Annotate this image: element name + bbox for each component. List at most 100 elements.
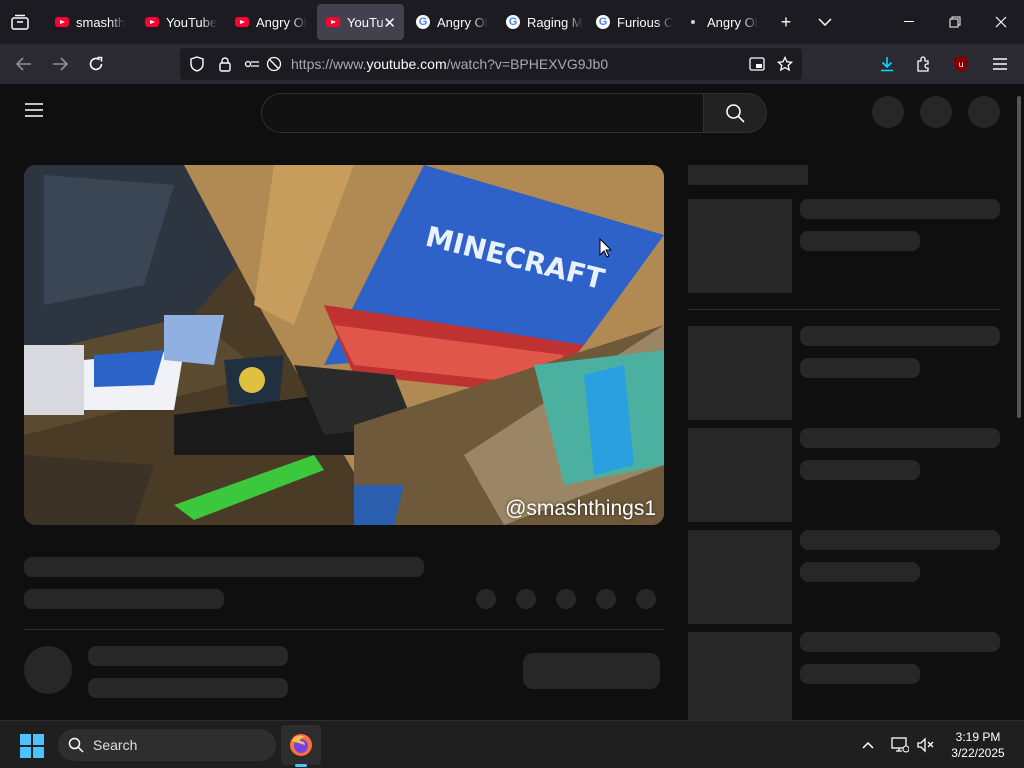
tab-manager-icon[interactable]: [8, 10, 32, 34]
action-placeholder[interactable]: [596, 589, 616, 609]
related-thumbnail-placeholder[interactable]: [688, 326, 792, 420]
youtube-favicon-icon: [145, 15, 159, 29]
action-placeholder[interactable]: [516, 589, 536, 609]
related-meta-placeholder: [800, 231, 920, 251]
tab-title: smashth: [76, 14, 126, 30]
url-text[interactable]: https://www.youtube.com/watch?v=BPHEXVG9…: [291, 56, 608, 72]
related-thumbnail-placeholder[interactable]: [688, 199, 792, 293]
search-icon: [68, 737, 84, 753]
ublock-shield-icon: u: [954, 56, 968, 72]
action-placeholder[interactable]: [636, 589, 656, 609]
taskbar-clock[interactable]: 3:19 PM 3/22/2025: [938, 729, 1018, 761]
show-hidden-icons-button[interactable]: [858, 735, 878, 755]
tab-title: Angry Ol: [437, 14, 488, 30]
meta-placeholder: [24, 589, 224, 609]
related-title-placeholder: [800, 632, 1000, 652]
menu-icon: [993, 58, 1007, 70]
tab-title: Raging M: [527, 14, 583, 30]
header-icon-placeholder[interactable]: [920, 96, 952, 128]
reload-button[interactable]: [82, 50, 110, 78]
navigation-toolbar: https://www.youtube.com/watch?v=BPHEXVG9…: [0, 44, 1024, 105]
new-tab-button[interactable]: +: [774, 10, 798, 34]
video-player[interactable]: MINECRAFT @smashthings1: [24, 165, 664, 525]
downloads-button[interactable]: [873, 50, 901, 78]
tab-title: Angry Ol: [256, 14, 307, 30]
subscribe-placeholder[interactable]: [523, 653, 660, 689]
chevron-up-icon: [862, 741, 874, 749]
tab-title: Angry Ol: [707, 14, 758, 30]
google-favicon-icon: G: [506, 15, 520, 29]
bookmark-star-icon[interactable]: [777, 56, 793, 72]
clock-date: 3/22/2025: [951, 746, 1005, 760]
video-frame: MINECRAFT: [24, 165, 664, 525]
firefox-taskbar-button[interactable]: [281, 725, 321, 765]
youtube-favicon-icon: [326, 15, 340, 29]
tab-0[interactable]: smashth: [46, 4, 132, 40]
tab-6[interactable]: G Furious C: [587, 4, 673, 40]
network-icon[interactable]: [890, 735, 910, 755]
tab-2[interactable]: Angry Ol: [226, 4, 312, 40]
tab-1[interactable]: YouTube: [136, 4, 222, 40]
guide-menu-button[interactable]: [24, 102, 48, 126]
youtube-page: MINECRAFT @smashthings1: [0, 84, 1024, 720]
related-title-placeholder: [800, 199, 1000, 219]
search-button[interactable]: [703, 93, 767, 133]
close-tab-icon[interactable]: ✕: [383, 14, 396, 32]
chevron-down-icon: [818, 18, 832, 26]
related-title-placeholder: [800, 326, 1000, 346]
minimize-button[interactable]: [886, 0, 932, 44]
svg-text:u: u: [958, 60, 963, 69]
taskbar-search-box[interactable]: Search: [58, 729, 276, 761]
windows-taskbar: Search 3:19 PM 3/22/2025: [0, 720, 1024, 768]
search-icon: [726, 104, 745, 123]
page-scrollbar[interactable]: [1017, 96, 1021, 418]
puzzle-piece-icon: [917, 56, 929, 72]
avatar-placeholder[interactable]: [968, 96, 1000, 128]
title-placeholder: [24, 557, 424, 577]
action-placeholder[interactable]: [556, 589, 576, 609]
hamburger-icon: [25, 103, 43, 117]
tab-7[interactable]: Angry Ol: [677, 4, 763, 40]
url-path: /watch?v=BPHEXVG9Jb0: [446, 56, 609, 72]
related-thumbnail-placeholder[interactable]: [688, 632, 792, 720]
related-meta-placeholder: [800, 562, 920, 582]
sidebar-divider: [688, 309, 1000, 310]
channel-avatar-placeholder[interactable]: [24, 646, 72, 694]
download-icon: [881, 57, 893, 72]
back-button[interactable]: [10, 50, 38, 78]
related-meta-placeholder: [800, 664, 920, 684]
windows-logo-icon: [20, 734, 44, 758]
lock-icon[interactable]: [217, 56, 233, 72]
related-thumbnail-placeholder[interactable]: [688, 428, 792, 522]
forward-button[interactable]: [46, 50, 74, 78]
action-placeholder[interactable]: [476, 589, 496, 609]
start-button[interactable]: [20, 734, 44, 758]
loading-dot-icon: [686, 15, 700, 29]
tab-title: Furious C: [617, 14, 673, 30]
close-window-button[interactable]: [978, 0, 1024, 44]
related-thumbnail-placeholder[interactable]: [688, 530, 792, 624]
list-all-tabs-button[interactable]: [813, 10, 837, 34]
sidebar-heading-placeholder: [688, 165, 808, 185]
volume-muted-icon[interactable]: [916, 735, 936, 755]
youtube-favicon-icon: [55, 15, 69, 29]
address-bar[interactable]: https://www.youtube.com/watch?v=BPHEXVG9…: [180, 48, 802, 80]
tab-strip: smashth YouTube Angry Ol YouTu ✕ G Angry…: [0, 0, 1024, 44]
picture-in-picture-icon[interactable]: [749, 56, 765, 72]
restore-button[interactable]: [932, 0, 978, 44]
related-meta-placeholder: [800, 460, 920, 480]
header-icon-placeholder[interactable]: [872, 96, 904, 128]
extensions-button[interactable]: [910, 50, 938, 78]
autoplay-blocked-icon[interactable]: [266, 56, 282, 72]
ublock-extension-button[interactable]: u: [947, 50, 975, 78]
search-input[interactable]: [261, 93, 704, 133]
tab-4[interactable]: G Angry Ol: [407, 4, 493, 40]
tab-5[interactable]: G Raging M: [497, 4, 583, 40]
channel-meta-placeholder: [88, 678, 288, 698]
app-menu-button[interactable]: [986, 50, 1014, 78]
tab-3-active[interactable]: YouTu ✕: [317, 4, 404, 40]
shield-icon[interactable]: [189, 56, 205, 72]
permissions-icon[interactable]: [244, 56, 260, 72]
arrow-left-icon: [16, 57, 31, 71]
google-favicon-icon: G: [596, 15, 610, 29]
